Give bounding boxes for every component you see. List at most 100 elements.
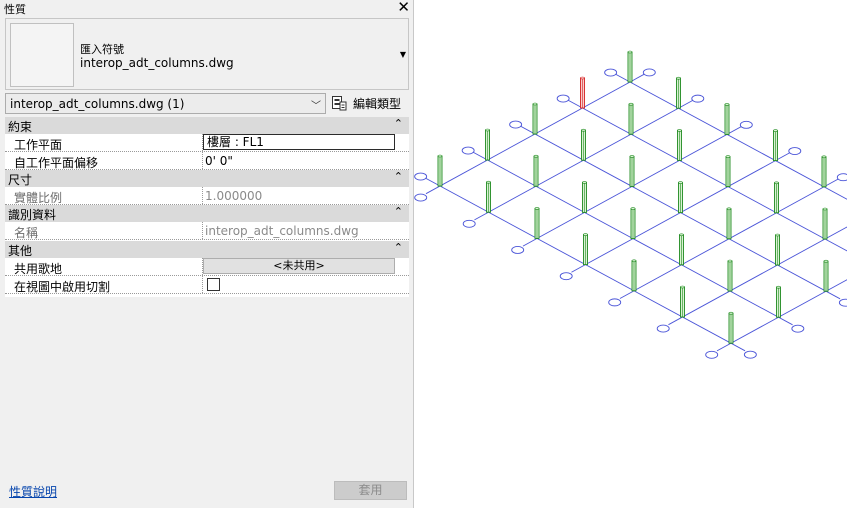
prop-label: 名稱 xyxy=(14,226,39,240)
close-icon[interactable]: ✕ xyxy=(397,0,410,16)
column-top xyxy=(724,103,730,106)
collapse-icon[interactable]: ⌃ xyxy=(394,117,403,130)
prop-row-work-plane: 工作平面 樓層 : FL1 xyxy=(5,134,409,152)
grid-bubble xyxy=(642,68,656,77)
prop-row-shared-site: 共用歌地 <未共用> xyxy=(5,258,409,276)
column-top xyxy=(822,207,828,211)
offset-field[interactable]: 0' 0" xyxy=(205,154,233,168)
prop-label: 工作平面 xyxy=(14,138,63,152)
column-top xyxy=(534,207,540,210)
panel-titlebar: 性質 ✕ xyxy=(0,0,414,17)
column-top xyxy=(727,259,733,263)
group-other[interactable]: 其他 ⌃ xyxy=(5,241,409,258)
column-top xyxy=(678,181,683,184)
apply-button[interactable]: 套用 xyxy=(334,481,407,500)
grid-bubble xyxy=(511,246,525,254)
grid-bubble xyxy=(838,298,847,307)
column-top xyxy=(773,129,778,132)
prop-label: 共用歌地 xyxy=(14,262,63,276)
grid-bubble xyxy=(604,68,618,77)
column-top xyxy=(583,233,588,236)
column-top xyxy=(823,259,829,263)
prop-label: 實體比例 xyxy=(14,191,63,205)
properties-panel: 性質 ✕ 匯入符號 interop_adt_columns.dwg ▼ inte… xyxy=(0,0,414,508)
group-label: 識別資料 xyxy=(8,208,57,222)
column-top xyxy=(679,233,684,237)
group-dimensions[interactable]: 尺寸 ⌃ xyxy=(5,170,409,187)
collapse-icon[interactable]: ⌃ xyxy=(394,241,403,254)
column-top xyxy=(728,311,734,315)
dropdown-arrow-icon[interactable]: ▼ xyxy=(400,50,406,59)
name-value: interop_adt_columns.dwg xyxy=(205,224,359,238)
grid-bubble xyxy=(656,324,670,333)
column-top xyxy=(630,207,636,210)
work-plane-field[interactable]: 樓層 : FL1 xyxy=(203,134,395,150)
grid-bubble xyxy=(791,324,805,333)
properties-help-link[interactable]: 性質說明 xyxy=(9,483,57,500)
chevron-down-icon: ﹀ xyxy=(311,101,321,112)
grid-bubble xyxy=(462,219,476,228)
grid-bubble xyxy=(743,350,757,359)
grid-bubble xyxy=(461,146,475,155)
edit-type-label: 編輯類型 xyxy=(353,97,402,111)
group-label: 其他 xyxy=(8,244,33,258)
3d-viewport[interactable] xyxy=(414,0,847,508)
panel-title: 性質 xyxy=(4,3,26,16)
scale-value: 1.000000 xyxy=(205,189,263,203)
column-top xyxy=(680,285,685,289)
column-top xyxy=(725,155,731,158)
family-name: 匯入符號 xyxy=(80,43,124,56)
column-top xyxy=(581,128,586,132)
instance-filter-label: interop_adt_columns.dwg (1) xyxy=(10,97,185,111)
grid-line xyxy=(615,73,847,200)
crop-checkbox[interactable] xyxy=(207,278,220,291)
column-top xyxy=(627,50,633,54)
column-top xyxy=(821,155,827,159)
column-top xyxy=(726,207,732,211)
shared-site-button[interactable]: <未共用> xyxy=(203,258,395,274)
grid-bubble xyxy=(414,193,428,202)
column-top xyxy=(533,154,539,158)
prop-label: 在視圖中啟用切割 xyxy=(14,280,111,294)
collapse-icon[interactable]: ⌃ xyxy=(394,205,403,218)
column-top xyxy=(582,181,587,184)
column-top xyxy=(580,76,585,80)
column-top xyxy=(437,154,443,158)
grid-bubble xyxy=(414,172,428,181)
column-top xyxy=(775,233,780,237)
type-name: interop_adt_columns.dwg xyxy=(80,56,234,70)
grid-bubble xyxy=(556,94,570,103)
column-top xyxy=(485,128,490,132)
column-top xyxy=(776,285,781,289)
prop-row-offset: 自工作平面偏移 0' 0" xyxy=(5,152,409,170)
property-grid: 約束 ⌃ 工作平面 樓層 : FL1 自工作平面偏移 0' 0" 尺寸 ⌃ 實體… xyxy=(5,117,409,297)
prop-row-name: 名稱 interop_adt_columns.dwg xyxy=(5,222,409,240)
column-grid-drawing xyxy=(414,50,847,359)
edit-type-icon xyxy=(332,96,347,111)
column-top xyxy=(774,181,779,185)
column-top xyxy=(628,102,634,106)
group-identity[interactable]: 識別資料 ⌃ xyxy=(5,205,409,222)
column-top xyxy=(676,76,681,80)
type-thumbnail xyxy=(10,23,74,87)
instance-filter-dropdown[interactable]: interop_adt_columns.dwg (1) ﹀ xyxy=(5,93,326,114)
column-top xyxy=(532,102,538,106)
group-constraints[interactable]: 約束 ⌃ xyxy=(5,117,409,134)
grid-bubble xyxy=(788,147,802,155)
column-top xyxy=(677,129,682,132)
type-selector[interactable]: 匯入符號 interop_adt_columns.dwg ▼ xyxy=(5,18,409,90)
edit-type-button[interactable]: 編輯類型 xyxy=(331,93,409,114)
grid-bubble xyxy=(739,120,753,129)
group-label: 約束 xyxy=(8,120,33,134)
grid-bubble xyxy=(836,173,847,182)
prop-row-scale: 實體比例 1.000000 xyxy=(5,187,409,205)
column-top xyxy=(631,259,637,263)
grid-bubble xyxy=(691,94,705,103)
collapse-icon[interactable]: ⌃ xyxy=(394,170,403,183)
prop-label: 自工作平面偏移 xyxy=(14,156,99,170)
grid-bubble xyxy=(559,272,573,281)
column-top xyxy=(486,180,491,184)
grid-bubble xyxy=(509,120,523,129)
grid-bubble xyxy=(608,298,622,307)
group-label: 尺寸 xyxy=(8,173,33,187)
